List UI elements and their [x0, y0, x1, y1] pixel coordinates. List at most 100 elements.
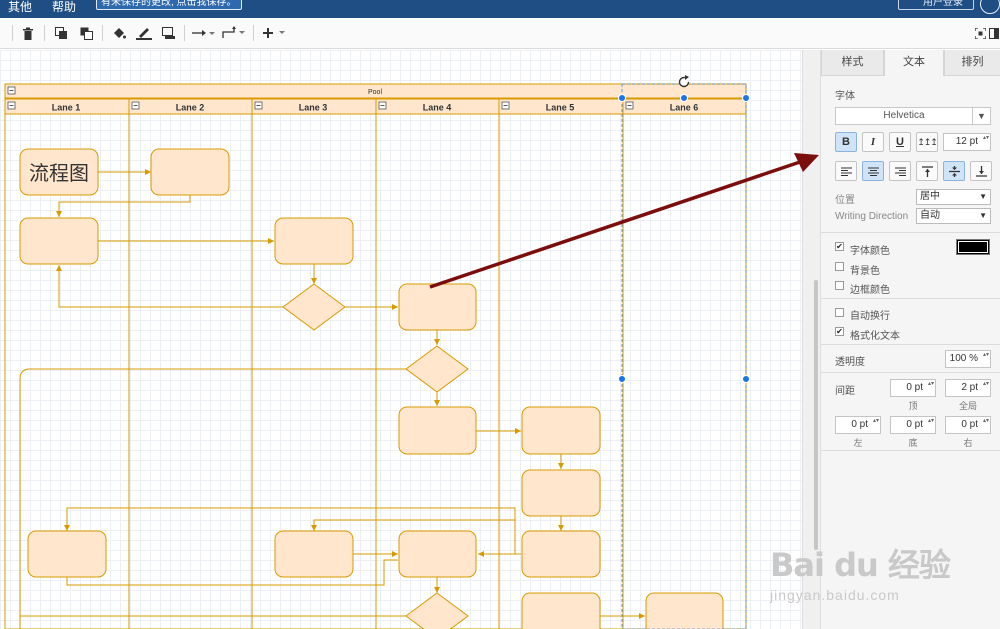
format-tabs: 样式 文本 排列	[821, 50, 1000, 76]
connector[interactable]	[19, 368, 59, 629]
unsaved-changes-notice[interactable]: 有未保存的更改, 点击我保存。	[96, 0, 242, 10]
position-select[interactable]: 居中 ▼	[916, 189, 991, 205]
underline-button[interactable]: U	[889, 132, 911, 152]
shadow-icon[interactable]	[160, 24, 176, 42]
resize-handle[interactable]	[618, 375, 626, 383]
bold-button[interactable]: B	[835, 132, 857, 152]
delete-icon[interactable]	[20, 24, 36, 42]
border-color-label: 边框颜色	[850, 285, 890, 296]
align-middle-icon[interactable]	[943, 161, 965, 181]
tab-arrange[interactable]: 排列	[944, 50, 1000, 76]
border-color-checkbox[interactable]	[835, 281, 844, 290]
process-box[interactable]	[274, 217, 354, 265]
dropdown-arrow-icon: ▼	[972, 108, 990, 124]
connector[interactable]	[56, 265, 283, 308]
align-right-icon[interactable]	[889, 161, 911, 181]
dropdown-arrow-icon: ▼	[979, 192, 987, 201]
resize-handle[interactable]	[680, 94, 688, 102]
align-top-icon[interactable]	[916, 161, 938, 181]
rotate-handle-icon[interactable]	[678, 75, 690, 88]
diagram-canvas[interactable]: Pool Lane 1 Lane 2 Lane 3 Lane 4 Lane 5 …	[0, 50, 802, 629]
format-panel-icon[interactable]	[988, 24, 1000, 42]
dropdown-arrow-icon: ▼	[979, 211, 987, 220]
waypoints-icon[interactable]	[222, 24, 246, 42]
to-front-icon[interactable]	[53, 24, 69, 42]
process-box[interactable]	[521, 406, 601, 455]
font-color-swatch[interactable]	[956, 239, 990, 255]
process-box[interactable]	[398, 406, 477, 455]
process-box-selected[interactable]	[398, 283, 477, 331]
position-value: 居中	[920, 191, 940, 202]
scrollbar-thumb[interactable]	[814, 280, 818, 550]
lane-6[interactable]: Lane 6	[622, 98, 747, 629]
font-family-select[interactable]: Helvetica ▼	[835, 107, 991, 125]
process-box[interactable]	[645, 592, 724, 629]
lane-2-label: Lane 2	[176, 103, 205, 113]
spacing-top-caption: 顶	[908, 401, 918, 411]
line-color-icon[interactable]	[135, 24, 153, 42]
align-bottom-icon[interactable]	[970, 161, 992, 181]
decision-diamond[interactable]	[405, 592, 469, 629]
format-panel: 样式 文本 排列 字体 Helvetica ▼ B I U ↥↥↥ 12 pt …	[820, 50, 1000, 629]
tab-style[interactable]: 样式	[821, 50, 884, 76]
toolbar-separator	[253, 25, 254, 41]
lane-3-label: Lane 3	[299, 103, 328, 113]
menu-other[interactable]: 其他	[8, 0, 32, 15]
menu-help[interactable]: 帮助	[52, 0, 76, 15]
process-box[interactable]	[19, 217, 99, 265]
italic-button[interactable]: I	[862, 132, 884, 152]
process-box[interactable]	[521, 530, 601, 578]
fill-color-icon[interactable]	[111, 24, 127, 42]
login-button[interactable]: 用户登录	[898, 0, 974, 10]
spacing-global-input[interactable]: 2 pt	[945, 379, 991, 397]
opacity-input[interactable]: 100 %	[945, 350, 991, 368]
spacing-right-input[interactable]: 0 pt	[945, 416, 991, 434]
auto-wrap-label: 自动换行	[850, 311, 890, 322]
font-color-checkbox[interactable]: ✔	[835, 242, 844, 251]
resize-handle[interactable]	[742, 375, 750, 383]
formatted-text-label: 格式化文本	[850, 331, 900, 342]
spacing-bottom-caption: 底	[908, 438, 918, 448]
formatted-text-checkbox[interactable]: ✔	[835, 327, 844, 336]
to-back-icon[interactable]	[78, 24, 94, 42]
decision-diamond[interactable]	[282, 283, 346, 331]
lane-1-label: Lane 1	[52, 103, 81, 113]
divider	[821, 344, 1000, 345]
spacing-top-input[interactable]: 0 pt	[890, 379, 936, 397]
toolbar-separator	[12, 25, 13, 41]
divider	[821, 232, 1000, 233]
spacing-left-input[interactable]: 0 pt	[835, 416, 881, 434]
connector[interactable]	[311, 519, 516, 531]
align-center-icon[interactable]	[862, 161, 884, 181]
spacing-right-caption: 右	[963, 438, 973, 448]
connection-icon[interactable]	[192, 24, 216, 42]
background-color-label: 背景色	[850, 266, 880, 277]
connector[interactable]	[56, 195, 191, 217]
fullscreen-icon[interactable]	[973, 24, 987, 42]
toolbar	[0, 18, 1000, 49]
font-size-input[interactable]: 12 pt	[943, 133, 991, 151]
toolbar-separator	[184, 25, 185, 41]
process-box[interactable]	[274, 530, 354, 578]
resize-handle[interactable]	[618, 94, 626, 102]
background-color-checkbox[interactable]	[835, 262, 844, 271]
vertical-scrollbar[interactable]	[802, 50, 820, 629]
process-box[interactable]	[27, 530, 107, 578]
resize-handle[interactable]	[742, 94, 750, 102]
process-box[interactable]	[398, 530, 477, 578]
lane-6-label: Lane 6	[670, 103, 699, 113]
insert-icon[interactable]	[262, 24, 288, 42]
spacing-bottom-input[interactable]: 0 pt	[890, 416, 936, 434]
lane-5-label: Lane 5	[546, 103, 575, 113]
vertical-text-button[interactable]: ↥↥↥	[916, 132, 938, 152]
auto-wrap-checkbox[interactable]	[835, 308, 844, 317]
process-box[interactable]	[521, 592, 601, 629]
toolbar-separator	[44, 25, 45, 41]
process-box[interactable]	[150, 148, 230, 196]
decision-diamond[interactable]	[405, 345, 469, 393]
language-globe-icon[interactable]	[980, 0, 1000, 14]
process-box[interactable]	[521, 469, 601, 517]
writing-direction-select[interactable]: 自动 ▼	[916, 208, 991, 224]
tab-text[interactable]: 文本	[884, 50, 944, 76]
align-left-icon[interactable]	[835, 161, 857, 181]
